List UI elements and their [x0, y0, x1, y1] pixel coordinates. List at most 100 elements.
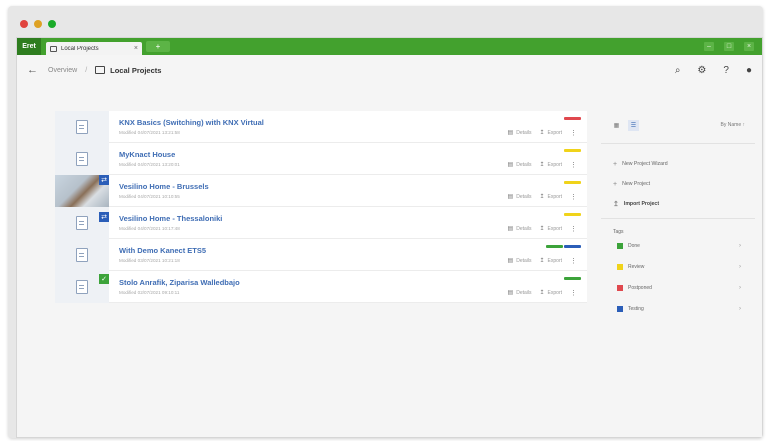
export-button[interactable]: ↥ Export [540, 193, 562, 201]
more-options-icon[interactable]: ⋮ [570, 193, 577, 201]
project-list: KNX Basics (Switching) with KNX Virtual M… [55, 110, 587, 303]
sort-dropdown[interactable]: By Name ↑ [721, 122, 745, 128]
close-window-button[interactable]: × [744, 42, 754, 51]
details-button[interactable]: ▤ Details [507, 129, 532, 137]
back-arrow-icon[interactable]: ← [27, 64, 38, 76]
details-icon: ▤ [507, 130, 514, 136]
project-actions: ▤ Details ↥ Export ⋮ [508, 129, 587, 137]
tag-label: Done [628, 242, 640, 249]
project-file-icon [76, 119, 88, 134]
sync-icon: ⇄ [99, 174, 109, 185]
project-tags [546, 245, 581, 248]
project-info: Stolo Anrafik, Ziparisa Walledbajo Modifi… [109, 278, 508, 295]
project-row[interactable]: ⇄ Vesilino Home - Thessaloniki Modified 04… [55, 206, 587, 239]
more-options-icon[interactable]: ⋮ [570, 289, 577, 297]
project-info: Vesilino Home - Brussels Modified 04/07/2… [109, 182, 508, 199]
details-icon: ▤ [507, 258, 514, 264]
more-options-icon[interactable]: ⋮ [570, 225, 577, 233]
project-name[interactable]: Vesilino Home - Thessaloniki [119, 214, 508, 223]
monitor-icon [50, 45, 57, 52]
details-icon: ▤ [507, 290, 514, 296]
export-label: Export [547, 161, 562, 168]
export-icon: ↥ [539, 130, 545, 136]
details-button[interactable]: ▤ Details [508, 161, 532, 169]
project-row[interactable]: MyKnact House Modified 04/07/2021 13:20:0… [55, 142, 587, 175]
project-name[interactable]: Vesilino Home - Brussels [119, 182, 508, 191]
help-icon[interactable]: ? [723, 65, 729, 76]
project-row[interactable]: KNX Basics (Switching) with KNX Virtual M… [55, 110, 587, 143]
tag-filter[interactable]: Done › [601, 235, 755, 256]
breadcrumb-overview[interactable]: Overview [48, 67, 77, 74]
export-icon: ↥ [539, 258, 545, 264]
tag-label: Postponed [628, 284, 652, 291]
window-controls [20, 20, 56, 28]
maximize-button[interactable]: □ [724, 42, 734, 51]
new-tab-button[interactable]: + [146, 41, 170, 52]
project-actions: ▤ Details ↥ Export ⋮ [508, 193, 587, 201]
close-tab-icon[interactable]: × [134, 45, 138, 52]
more-options-icon[interactable]: ⋮ [570, 257, 577, 265]
chevron-right-icon: › [739, 305, 741, 312]
details-label: Details [516, 193, 532, 200]
project-info: KNX Basics (Switching) with KNX Virtual M… [109, 118, 508, 135]
tag-indicator [564, 149, 581, 152]
project-actions: ▤ Details ↥ Export ⋮ [508, 161, 587, 169]
settings-icon[interactable]: ⚙ [697, 65, 706, 76]
chevron-right-icon: › [739, 242, 741, 249]
import-project-link[interactable]: ↥ Import Project [601, 194, 755, 214]
tab-local-projects[interactable]: Local Projects × [46, 42, 142, 55]
project-actions: ▤ Details ↥ Export ⋮ [508, 257, 587, 265]
project-row[interactable]: ✓ Stolo Anrafik, Ziparisa Walledbajo Modif… [55, 270, 587, 303]
project-row[interactable]: With Demo Kanect ETS5 Modified 03/07/2021… [55, 238, 587, 271]
minimize-button[interactable]: – [704, 42, 714, 51]
export-button[interactable]: ↥ Export [539, 225, 562, 233]
export-button[interactable]: ↥ Export [539, 129, 562, 137]
new-project-wizard-link[interactable]: + New Project Wizard [601, 154, 755, 174]
navigation-bar: ← Overview / Local Projects ⌕ ⚙ ? ● [17, 55, 762, 85]
close-dot[interactable] [20, 20, 28, 28]
project-info: Vesilino Home - Thessaloniki Modified 04/… [109, 214, 508, 231]
tag-filter[interactable]: Testing › [601, 298, 755, 319]
details-label: Details [516, 129, 532, 136]
tag-filter[interactable]: Postponed › [601, 277, 755, 298]
account-icon[interactable]: ● [746, 65, 752, 76]
details-button[interactable]: ▤ Details [508, 193, 532, 201]
maximize-dot[interactable] [48, 20, 56, 28]
export-button[interactable]: ↥ Export [540, 161, 562, 169]
project-name[interactable]: Stolo Anrafik, Ziparisa Walledbajo [119, 278, 508, 287]
tag-filter[interactable]: Review › [601, 256, 755, 277]
project-name[interactable]: KNX Basics (Switching) with KNX Virtual [119, 118, 508, 127]
project-name[interactable]: With Demo Kanect ETS5 [119, 246, 508, 255]
checkmark-icon: ✓ [99, 273, 109, 284]
link-label: New Project [622, 181, 651, 187]
project-name[interactable]: MyKnact House [119, 150, 508, 159]
more-options-icon[interactable]: ⋮ [570, 161, 577, 169]
export-button[interactable]: ↥ Export [539, 257, 562, 265]
sort-arrow-icon: ↑ [742, 122, 746, 128]
page-title: Local Projects [110, 65, 162, 75]
export-icon: ↥ [539, 226, 545, 232]
grid-view-icon[interactable]: ▦ [611, 120, 622, 131]
details-button[interactable]: ▤ Details [507, 257, 532, 265]
details-button[interactable]: ▤ Details [507, 289, 532, 297]
project-tags [564, 117, 581, 120]
project-thumbnail: ✓ [55, 270, 109, 303]
more-options-icon[interactable]: ⋮ [570, 129, 577, 137]
new-project-link[interactable]: + New Project [601, 174, 755, 194]
minimize-dot[interactable] [34, 20, 42, 28]
browser-frame: Eret Local Projects × + – □ × ← Overview… [8, 6, 763, 438]
export-button[interactable]: ↥ Export [540, 289, 562, 297]
divider [601, 218, 755, 219]
project-tags [564, 277, 581, 280]
list-view-icon[interactable]: ☰ [628, 119, 639, 131]
export-label: Export [547, 257, 562, 264]
tag-indicator [564, 213, 581, 216]
window-buttons: – □ × [704, 42, 762, 51]
project-modified: Modified 04/07/2021 10:17:48 [119, 226, 180, 231]
project-row[interactable]: ⇄ Vesilino Home - Brussels Modified 04/07/… [55, 174, 587, 207]
details-button[interactable]: ▤ Details [508, 225, 532, 233]
search-icon[interactable]: ⌕ [675, 65, 681, 76]
project-file-icon [76, 279, 88, 294]
view-controls: ▦ ☰ By Name ↑ [601, 111, 755, 139]
app-logo: Eret [17, 38, 41, 55]
